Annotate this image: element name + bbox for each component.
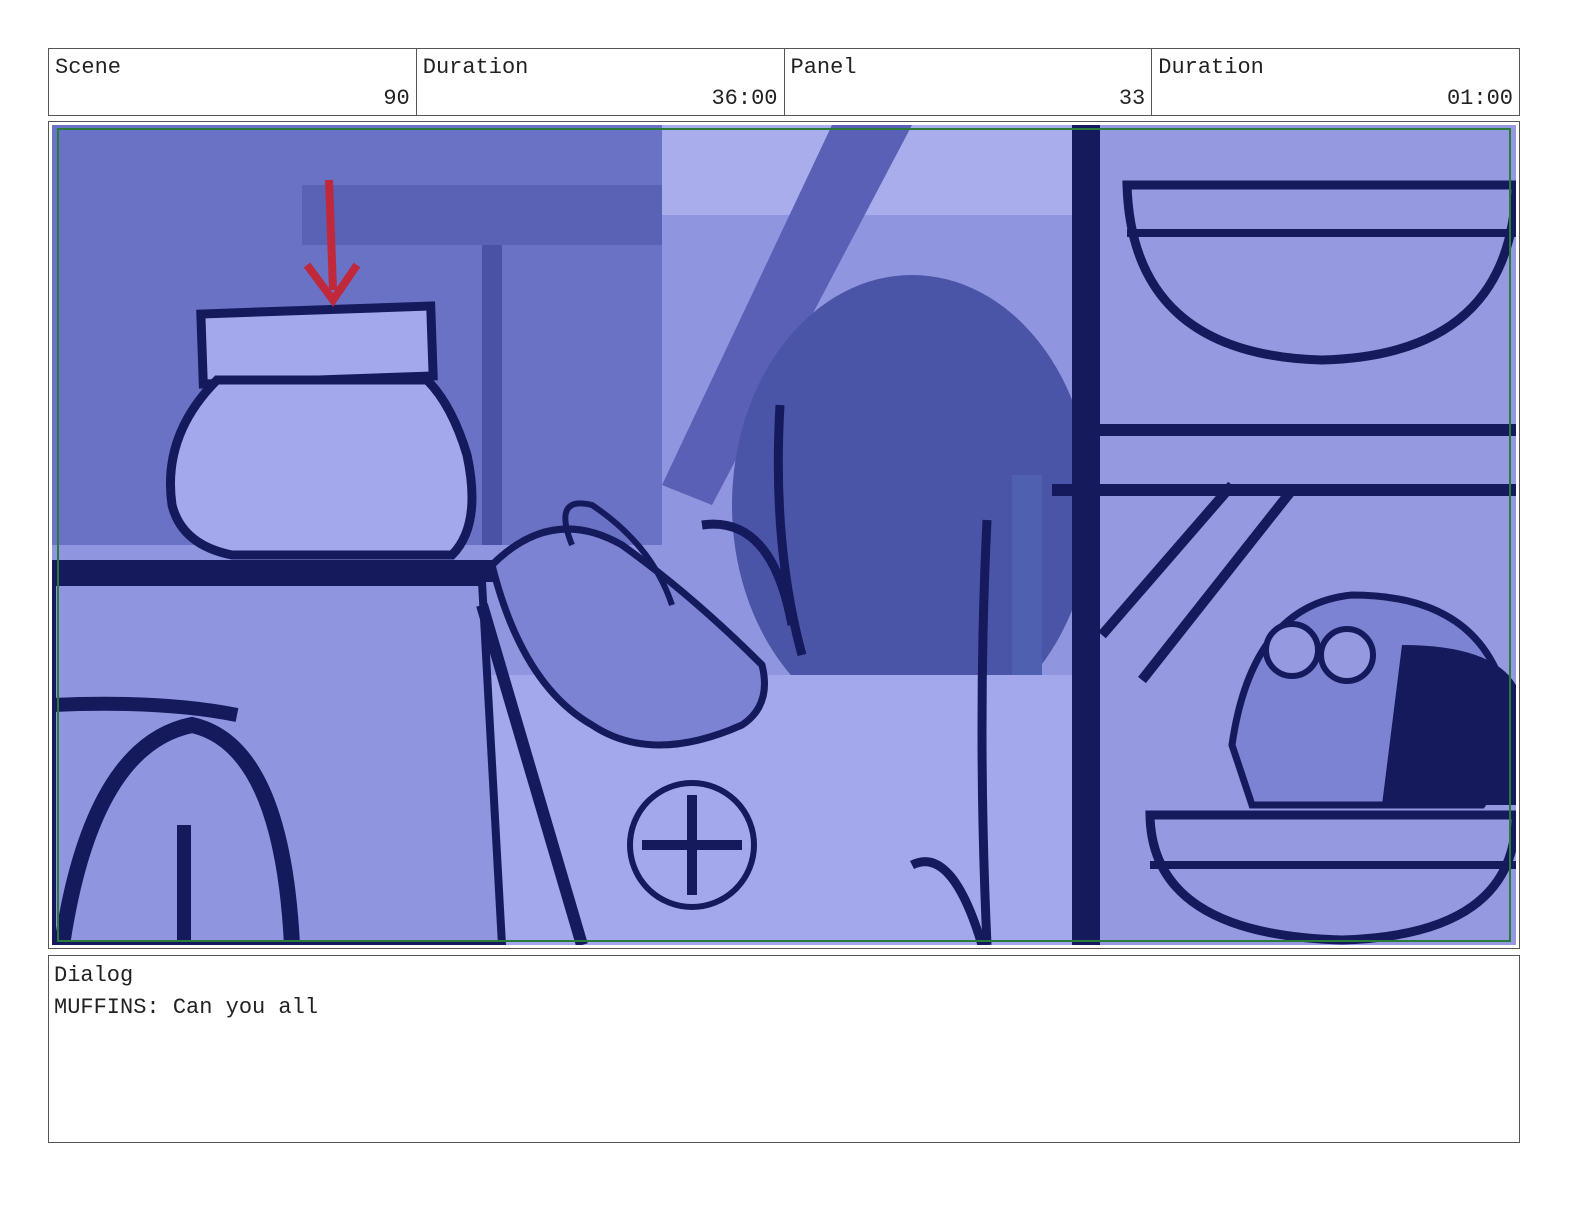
red-arrow-shaft xyxy=(325,179,337,291)
pot-lid xyxy=(196,301,438,389)
panel-duration-label: Duration xyxy=(1158,55,1264,80)
storyboard-header: Scene 90 Duration 36:00 Panel 33 Duratio… xyxy=(48,48,1520,116)
panel-duration-value: 01:00 xyxy=(1446,86,1513,111)
panel-duration-cell: Duration 01:00 xyxy=(1152,49,1519,115)
tree-trunk xyxy=(1012,475,1042,675)
dialog-box: Dialog MUFFINS: Can you all xyxy=(48,955,1520,1143)
panel-drawing xyxy=(52,125,1516,945)
pot-body xyxy=(165,375,477,560)
scene-label: Scene xyxy=(55,55,122,80)
scene-number: 90 xyxy=(383,86,410,111)
bear-coat xyxy=(1382,645,1516,805)
bear-eye-left xyxy=(1263,621,1321,679)
bear-eye-right xyxy=(1318,626,1376,684)
dialog-text: MUFFINS: Can you all xyxy=(54,995,319,1020)
storyboard-panel xyxy=(48,121,1520,949)
building-post xyxy=(482,245,502,545)
panel-cell: Panel 33 xyxy=(785,49,1153,115)
panel-number: 33 xyxy=(1118,86,1146,111)
panel-label: Panel xyxy=(790,55,857,80)
dialog-label: Dialog xyxy=(54,963,134,988)
vertical-post xyxy=(1072,125,1100,945)
scene-duration-label: Duration xyxy=(422,55,529,80)
building-beam xyxy=(302,185,662,245)
motion-line-3 xyxy=(977,519,992,945)
scene-duration-cell: Duration 36:00 xyxy=(417,49,785,115)
scene-duration-value: 36:00 xyxy=(711,86,778,111)
scene-cell: Scene 90 xyxy=(49,49,417,115)
